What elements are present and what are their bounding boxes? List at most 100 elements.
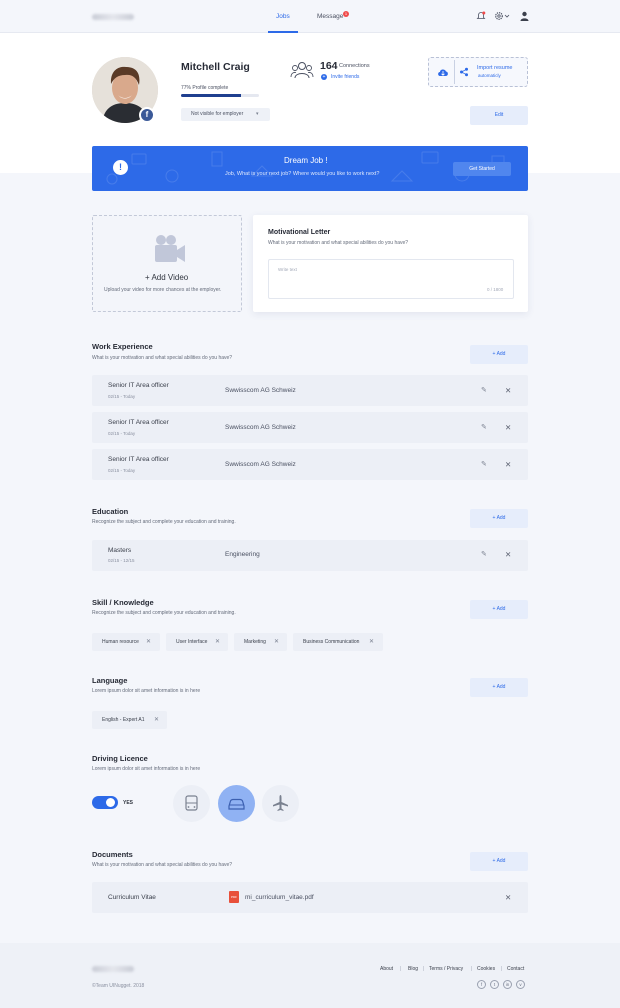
toggle-knob — [106, 798, 115, 807]
work-date: 02/15 - Today — [108, 394, 136, 399]
footer-link-cookies[interactable]: Cookies — [477, 966, 495, 972]
import-divider — [454, 60, 455, 84]
section-title-language: Language — [92, 676, 128, 685]
get-started-button[interactable]: Get Started — [453, 162, 511, 176]
section-title-education: Education — [92, 507, 129, 516]
work-date: 02/15 - Today — [108, 431, 136, 436]
plane-icon — [273, 795, 288, 811]
remove-tag-icon[interactable]: ✕ — [146, 633, 151, 651]
profile-completion-fill — [181, 94, 242, 97]
add-document-button[interactable]: + Add — [470, 852, 528, 871]
footer-separator: | — [501, 966, 503, 972]
nav-jobs[interactable]: Jobs — [276, 13, 290, 20]
visibility-label: Not visible for employer — [191, 111, 244, 117]
remove-tag-icon[interactable]: ✕ — [154, 711, 159, 729]
footer-link-terms[interactable]: Terms / Privacy — [429, 966, 463, 972]
video-camera-icon[interactable] — [153, 234, 187, 264]
car-option[interactable] — [218, 785, 255, 822]
work-title: Senior IT Area officer — [108, 382, 169, 389]
import-resume-subtitle: automaticly — [478, 73, 501, 78]
invite-friends-link[interactable]: Invite friends — [331, 74, 359, 80]
add-education-button[interactable]: + Add — [470, 509, 528, 528]
footer — [0, 943, 620, 1008]
footer-logo[interactable] — [92, 966, 134, 972]
footer-separator: | — [471, 966, 473, 972]
document-file-name[interactable]: mi_curriculum_vitae.pdf — [245, 894, 314, 901]
footer-link-about[interactable]: About — [380, 966, 393, 972]
banner-title: Dream Job ! — [284, 156, 328, 165]
bus-option[interactable] — [173, 785, 210, 822]
add-skill-button[interactable]: + Add — [470, 600, 528, 619]
facebook-icon[interactable]: f — [139, 107, 155, 123]
footer-link-blog[interactable]: Blog — [408, 966, 418, 972]
character-counter: 0 / 1800 — [487, 287, 504, 292]
section-title-skills: Skill / Knowledge — [92, 598, 154, 607]
list-item — [92, 540, 528, 571]
connections-icon — [290, 62, 314, 79]
delete-close-icon[interactable]: ✕ — [505, 550, 511, 559]
section-title-driving: Driving Licence — [92, 754, 148, 763]
edit-pencil-icon[interactable]: ✎ — [481, 550, 487, 558]
language-tag-label: English - Expert A1 — [102, 717, 145, 723]
user-account-icon[interactable] — [520, 11, 529, 21]
section-subtitle-education: Recognize the subject and complete your … — [92, 519, 236, 525]
pdf-file-icon: PDF — [229, 891, 239, 903]
language-tag: English - Expert A1 ✕ — [92, 711, 167, 729]
add-work-button[interactable]: + Add — [470, 345, 528, 364]
skill-tag-label: User Interface — [176, 639, 208, 645]
share-icon[interactable] — [459, 67, 469, 77]
profile-completion-text: 77% Profile complete — [181, 85, 229, 91]
connections-count: 164 — [320, 60, 338, 72]
notification-bell-icon[interactable] — [476, 11, 486, 21]
linkedin-icon[interactable]: in — [503, 980, 512, 989]
education-title: Masters — [108, 547, 132, 554]
delete-close-icon[interactable]: ✕ — [505, 460, 511, 469]
remove-tag-icon[interactable]: ✕ — [369, 633, 374, 651]
section-subtitle-driving: Lorem ipsum dolor sit amet information i… — [92, 766, 201, 772]
banner-subtitle: Job, What is your next job? Where would … — [225, 171, 380, 177]
facebook-icon[interactable]: f — [477, 980, 486, 989]
education-field: Engineering — [225, 551, 260, 558]
work-title: Senior IT Area officer — [108, 456, 169, 463]
remove-tag-icon[interactable]: ✕ — [215, 633, 220, 651]
logo[interactable] — [92, 14, 134, 20]
edit-pencil-icon[interactable]: ✎ — [481, 386, 487, 394]
edit-profile-button[interactable]: Edit — [470, 106, 528, 125]
footer-separator: | — [423, 966, 425, 972]
work-company: Swwisscom AG Schweiz — [225, 461, 296, 468]
twitter-icon[interactable]: t — [490, 980, 499, 989]
section-subtitle-skills: Recognize the subject and complete your … — [92, 610, 236, 616]
delete-close-icon[interactable]: ✕ — [505, 893, 511, 902]
cloud-download-icon[interactable] — [437, 67, 449, 77]
car-icon — [228, 798, 245, 810]
vimeo-icon[interactable]: v — [516, 980, 525, 989]
profile-name: Mitchell Craig — [181, 61, 250, 73]
delete-close-icon[interactable]: ✕ — [505, 423, 511, 432]
add-video-subtitle: Upload your video for more chances at th… — [104, 287, 222, 293]
chevron-down-icon: ▾ — [256, 111, 259, 117]
motivational-letter-title: Motivational Letter — [268, 229, 331, 236]
section-subtitle-language: Lorem ipsum dolor sit amet information i… — [92, 688, 201, 694]
delete-close-icon[interactable]: ✕ — [505, 386, 511, 395]
section-subtitle-work: What is your motivation and what special… — [92, 355, 233, 361]
add-language-button[interactable]: + Add — [470, 678, 528, 697]
remove-tag-icon[interactable]: ✕ — [274, 633, 279, 651]
visibility-select[interactable]: Not visible for employer ▾ — [181, 108, 270, 121]
edit-pencil-icon[interactable]: ✎ — [481, 423, 487, 431]
settings-gear-icon[interactable] — [494, 11, 510, 21]
message-badge: 1 — [343, 11, 349, 17]
skill-tag-label: Human resource — [102, 639, 139, 645]
work-title: Senior IT Area officer — [108, 419, 169, 426]
bus-icon — [185, 795, 198, 811]
nav-message[interactable]: Message — [317, 13, 343, 20]
add-video-label[interactable]: + Add Video — [145, 273, 188, 282]
toggle-label: YES — [123, 800, 134, 806]
motivational-letter-textarea[interactable] — [268, 259, 514, 299]
list-item — [92, 449, 528, 480]
plane-option[interactable] — [262, 785, 299, 822]
import-resume-title[interactable]: Import resume — [477, 65, 512, 71]
plus-icon: + — [321, 74, 327, 80]
skill-tag-label: Business Communication — [303, 639, 360, 645]
footer-link-contact[interactable]: Contact — [507, 966, 524, 972]
edit-pencil-icon[interactable]: ✎ — [481, 460, 487, 468]
